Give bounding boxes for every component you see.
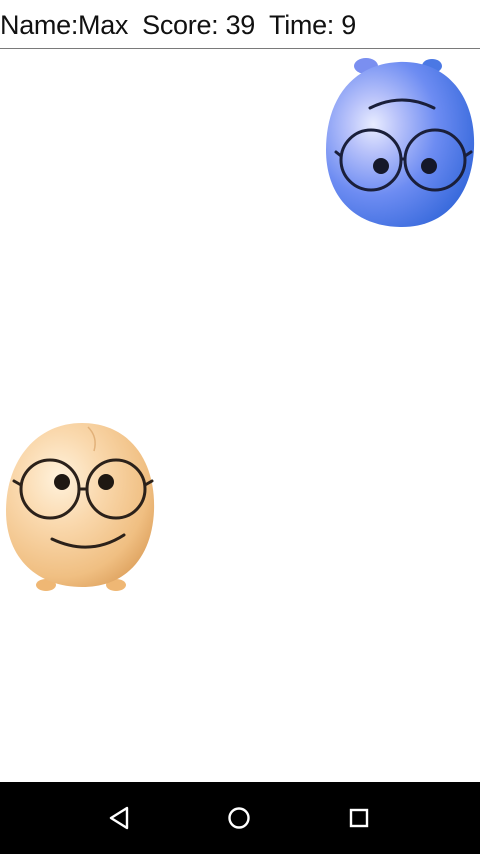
back-triangle-icon [109,806,129,830]
status-bar-hud: Name:Max Score: 39 Time: 9 [0,0,480,49]
back-button[interactable] [99,798,139,838]
time-display: Time: 9 [269,9,356,40]
game-screen: Name:Max Score: 39 Time: 9 [0,0,480,854]
recents-button[interactable] [339,798,379,838]
blue-character-target[interactable] [320,56,478,232]
android-navigation-bar [0,782,480,854]
home-circle-icon [228,807,250,829]
home-button[interactable] [219,798,259,838]
blue-character-icon [326,58,475,228]
player-name: Name:Max [0,9,129,40]
tan-character-icon [6,423,155,591]
recents-square-icon [349,808,369,828]
tan-character-target[interactable] [2,421,160,597]
score-display: Score: 39 [142,9,256,40]
game-area[interactable] [0,50,480,782]
